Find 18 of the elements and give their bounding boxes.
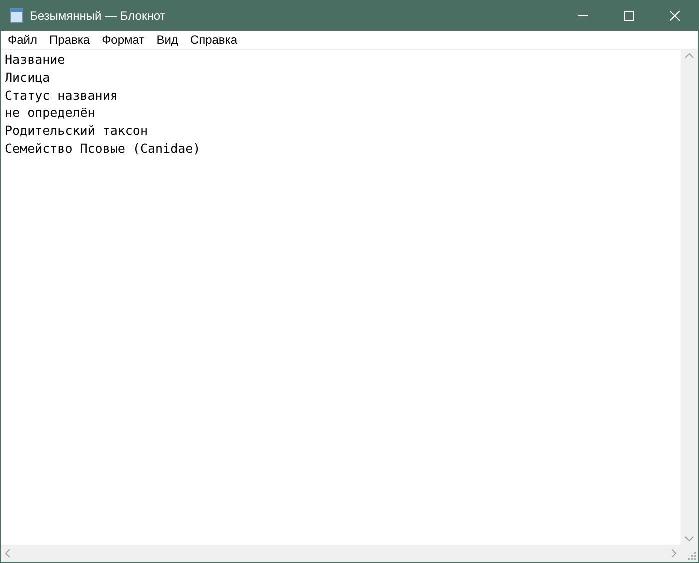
menu-item[interactable]: Справка xyxy=(184,31,244,49)
text-line: Родительский таксон xyxy=(5,122,148,140)
vertical-scrollbar[interactable] xyxy=(681,50,698,545)
menu-item[interactable]: Файл xyxy=(2,31,44,49)
menu-item[interactable]: Правка xyxy=(44,31,96,49)
text-line: не определён xyxy=(5,104,96,122)
menu-item[interactable]: Формат xyxy=(96,31,151,49)
notepad-icon xyxy=(10,8,24,24)
text-line: Статус названия xyxy=(5,86,118,104)
text-line: Название xyxy=(5,51,66,69)
text-line: Семейство Псовые (Canidae) xyxy=(5,140,201,158)
horizontal-scrollbar[interactable] xyxy=(1,545,681,562)
window-title: Безымянный — Блокнот xyxy=(30,8,166,25)
text-line: Лисица xyxy=(5,68,50,87)
maximize-icon xyxy=(624,11,634,21)
close-icon xyxy=(670,11,680,21)
menu-item[interactable]: Вид xyxy=(150,31,184,49)
resize-grip-icon[interactable] xyxy=(688,552,696,560)
